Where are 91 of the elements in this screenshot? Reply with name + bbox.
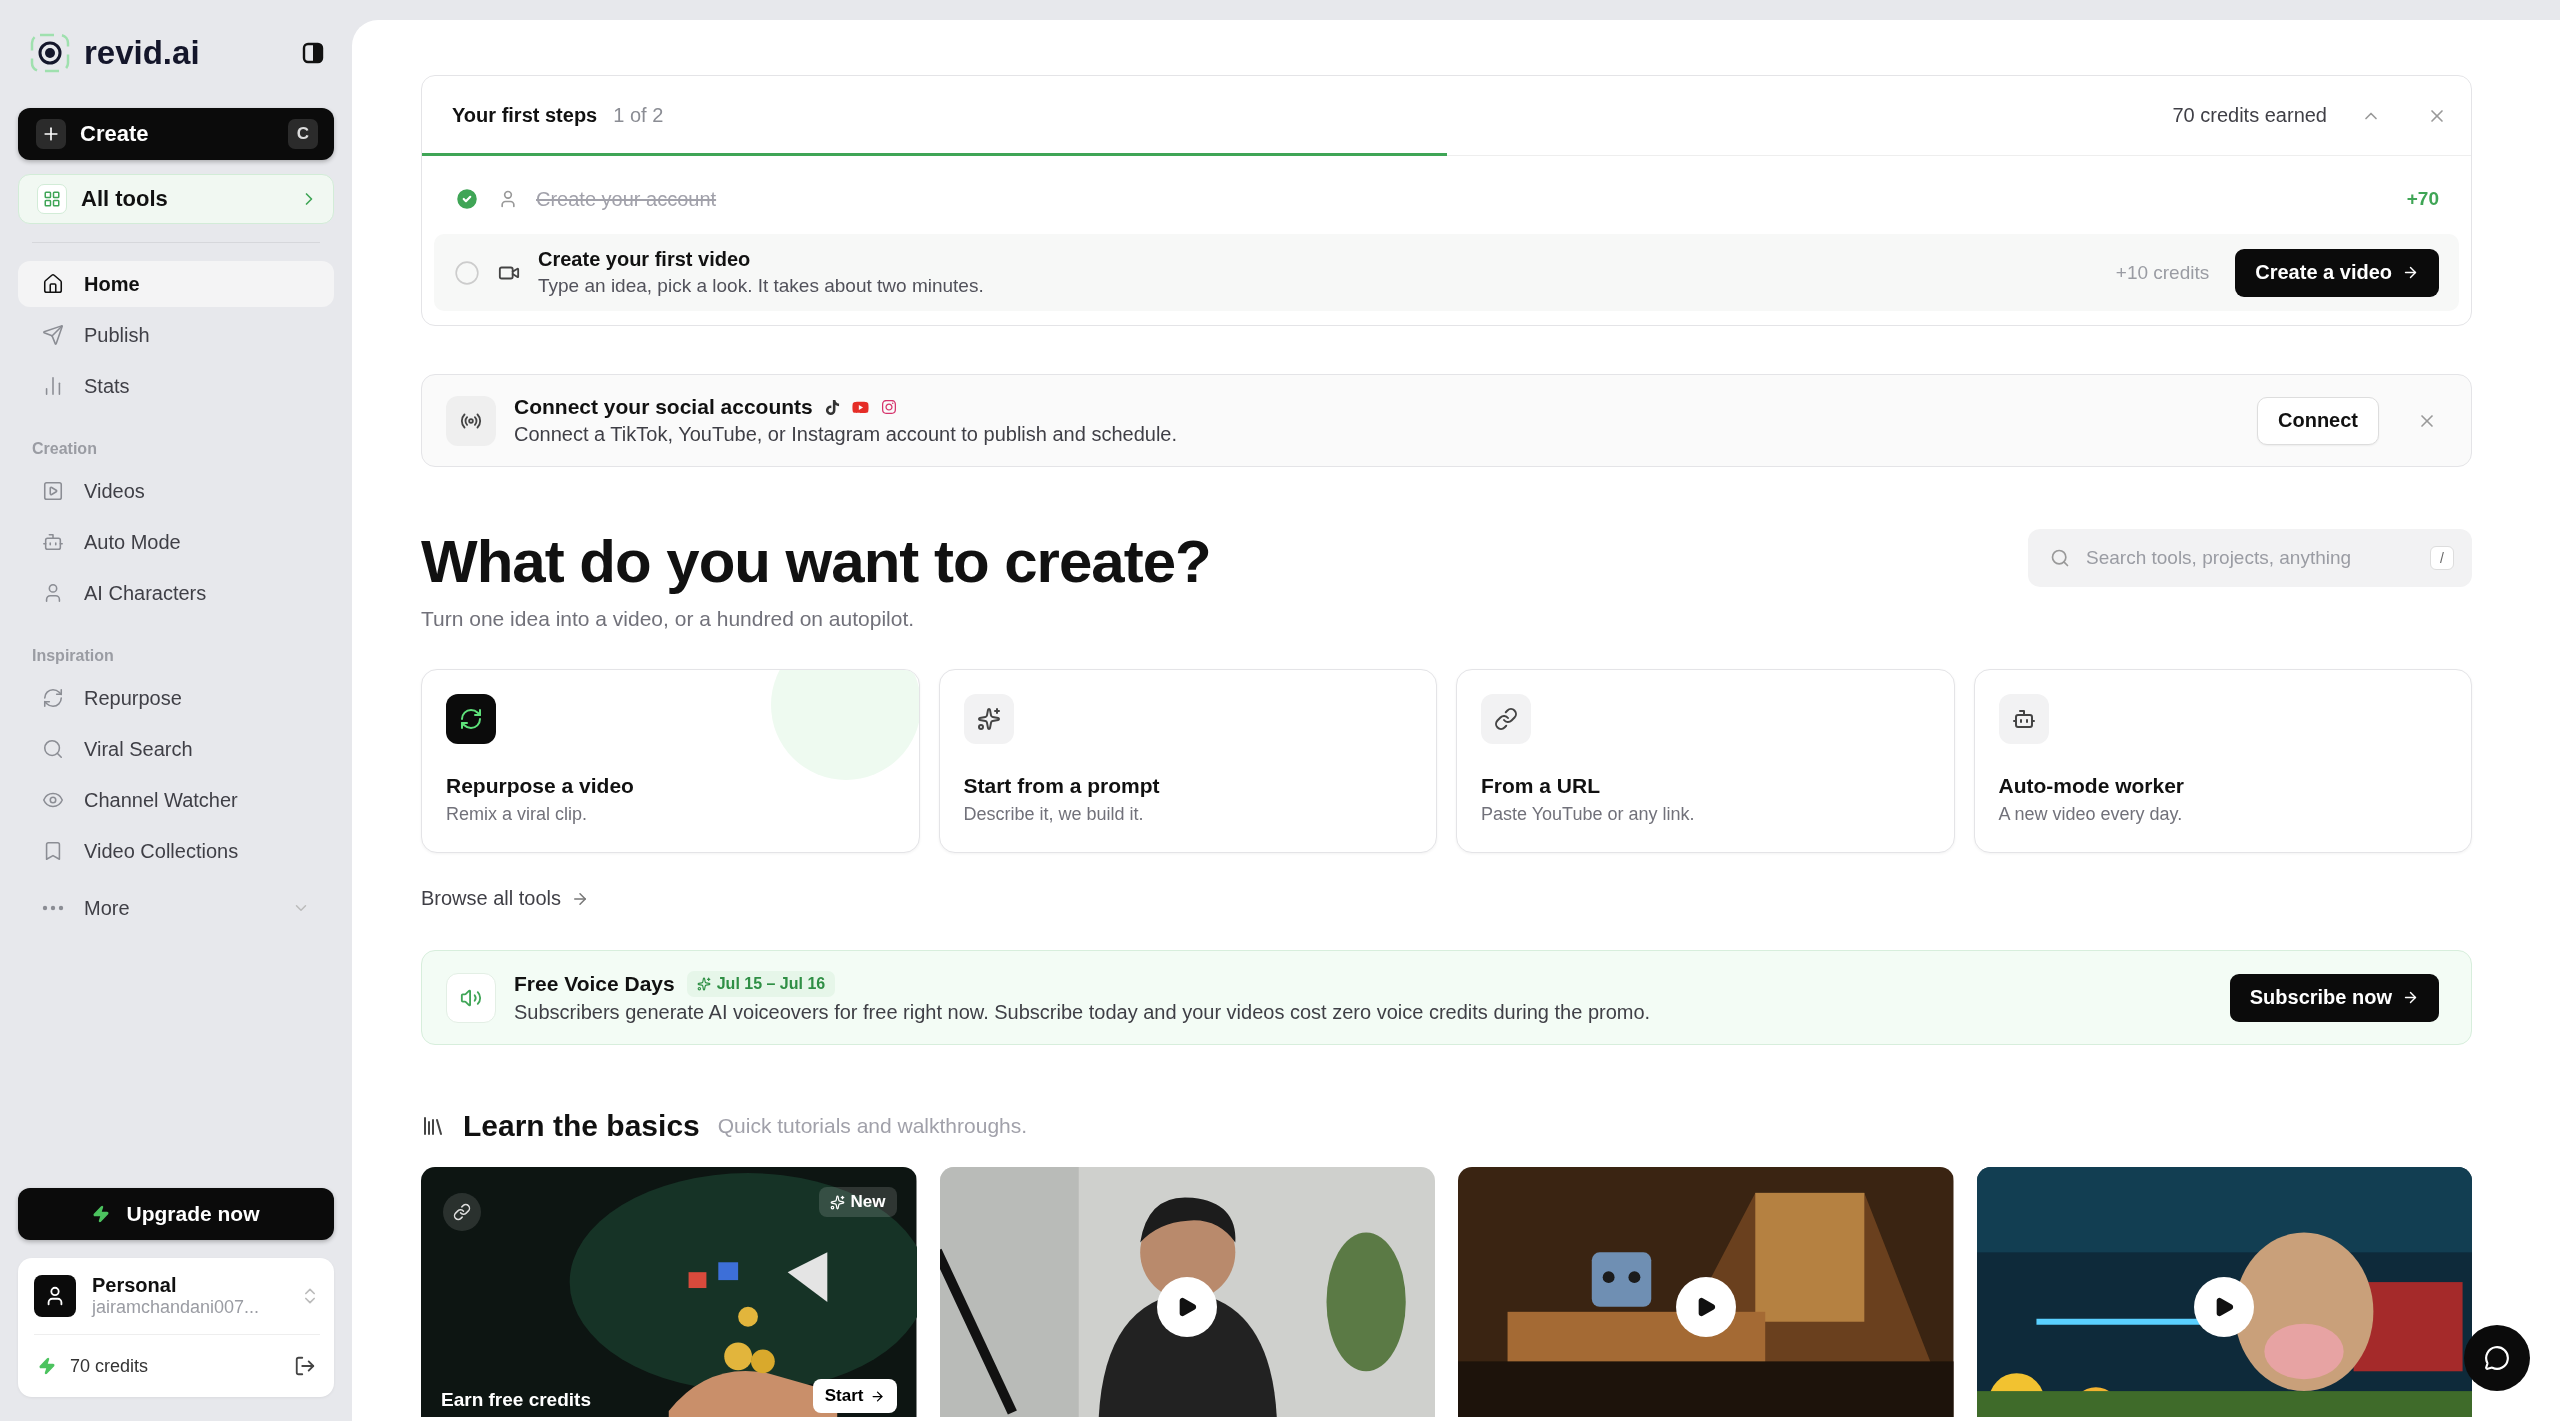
nav-item[interactable]: Auto Mode <box>18 519 334 565</box>
step-title: Create your account <box>536 187 718 211</box>
robot-icon <box>42 531 64 553</box>
shortcut-key: C <box>288 119 318 149</box>
page-heading: What do you want to create? <box>421 529 1212 595</box>
logo-icon <box>30 33 70 73</box>
card-text: Connect a TikTok, YouTube, or Instagram account to publish and schedule. <box>514 423 1178 446</box>
start-button[interactable]: Start <box>812 1379 897 1413</box>
more-icon <box>42 905 64 911</box>
arrow-right-icon <box>2402 264 2419 281</box>
nav-item[interactable]: Video Collections <box>18 828 334 874</box>
play-icon <box>42 480 64 502</box>
tool-card[interactable]: Start from a prompt Describe it, we build it. <box>938 669 1437 853</box>
robot-icon <box>1998 694 2049 744</box>
section-subtitle: Quick tutorials and walkthroughs. <box>717 1114 1028 1138</box>
nav-item[interactable]: Videos <box>18 468 334 514</box>
refresh-icon <box>446 694 496 744</box>
account-email: jairamchandani007... <box>92 1297 261 1318</box>
grid-icon <box>43 190 61 208</box>
avatar <box>34 1275 76 1317</box>
logout-button[interactable] <box>294 1355 316 1377</box>
tool-title: Start from a prompt <box>963 774 1161 798</box>
check-icon[interactable] <box>454 186 480 212</box>
lightning-icon <box>92 1205 111 1223</box>
tool-card[interactable]: Repurpose a video Remix a viral clip. <box>421 669 920 853</box>
nav-item[interactable]: AI Characters <box>18 570 334 616</box>
arrow-right-icon <box>2402 989 2419 1006</box>
link-icon <box>1481 694 1531 744</box>
tool-description: Paste YouTube or any link. <box>1481 804 1696 825</box>
page-subtitle: Turn one idea into a video, or a hundred on autopilot. <box>421 607 916 631</box>
lightning-icon <box>38 1357 56 1375</box>
section-title: Creation <box>31 440 98 458</box>
card-title: Connect your social accounts <box>514 395 813 419</box>
all-tools-button[interactable]: All tools <box>18 174 334 224</box>
create-video-button[interactable]: Create a video <box>2235 248 2439 297</box>
tool-title: Auto-mode worker <box>1998 774 2185 798</box>
credits-count: 70 credits <box>70 1355 150 1377</box>
subscribe-button[interactable]: Subscribe now <box>2229 973 2439 1022</box>
nav-item[interactable]: Publish <box>18 312 334 358</box>
search-input[interactable]: Search tools, projects, anything <box>2084 546 2416 570</box>
tool-title: From a URL <box>1481 774 1601 798</box>
step-description: Type an idea, pick a look. It takes about two minutes. <box>538 275 985 297</box>
nav-item[interactable]: Viral Search <box>18 726 334 772</box>
sparkle-icon <box>963 694 1014 744</box>
checkbox-icon[interactable] <box>454 259 480 286</box>
tool-description: Remix a viral clip. <box>446 804 589 825</box>
browse-all-link[interactable]: Browse all tools <box>421 887 590 910</box>
tiktok-icon <box>824 399 840 415</box>
tool-title: Repurpose a video <box>446 774 635 798</box>
tool-card[interactable]: From a URL Paste YouTube or any link. <box>1456 669 1955 853</box>
step-count: 1 of 2 <box>613 104 664 127</box>
new-badge: New <box>818 1187 897 1217</box>
brand-name: revid.ai <box>84 34 201 72</box>
credits-earned: 70 credits earned <box>2172 104 2327 127</box>
connect-button[interactable]: Connect <box>2257 396 2379 445</box>
search-icon <box>2050 548 2070 568</box>
create-button[interactable]: Create C <box>18 108 334 160</box>
speaker-icon <box>446 972 496 1023</box>
nav-item[interactable]: Home <box>18 261 334 307</box>
date-badge: Jul 15 – Jul 16 <box>686 971 836 997</box>
library-icon <box>421 1114 445 1138</box>
card-caption: Earn free credits <box>441 1389 591 1411</box>
card-title: Free Voice Days <box>514 972 675 996</box>
instagram-icon <box>880 399 897 415</box>
sidebar-toggle-icon[interactable] <box>302 42 324 64</box>
shortcut-key: / <box>2430 546 2454 570</box>
person-icon <box>498 189 518 209</box>
tool-description: Describe it, we build it. <box>963 804 1145 825</box>
nav-item[interactable]: Channel Watcher <box>18 777 334 823</box>
tool-description: A new video every day. <box>1998 804 2184 825</box>
house-icon <box>42 273 64 295</box>
step-reward: +70 <box>2406 188 2439 210</box>
send-icon <box>42 324 64 346</box>
search-field[interactable]: Search tools, projects, anything / <box>2028 529 2472 587</box>
more-button[interactable]: More <box>18 885 334 931</box>
section-title: Learn the basics <box>463 1109 700 1143</box>
step-reward: +10 credits <box>2115 261 2210 284</box>
search-icon <box>42 738 64 760</box>
card-title: Your first steps <box>452 104 598 127</box>
section-title: Inspiration <box>31 647 115 665</box>
nav-item[interactable]: Repurpose <box>18 675 334 721</box>
arrow-right-icon <box>869 1388 885 1404</box>
step-title: Create your first video <box>538 248 752 271</box>
chat-icon <box>2484 1345 2510 1371</box>
upgrade-button[interactable]: Upgrade now <box>18 1188 334 1240</box>
tool-card[interactable]: Auto-mode worker A new video every day. <box>1973 669 2472 853</box>
nav-item[interactable]: Stats <box>18 363 334 409</box>
refresh-icon <box>42 687 64 709</box>
card-text: Subscribers generate AI voiceovers for free right now. Subscribe today and your videos cost zero voice credits during the promo. <box>514 1001 1652 1024</box>
broadcast-icon <box>446 395 496 446</box>
account-name: Personal <box>92 1274 178 1297</box>
